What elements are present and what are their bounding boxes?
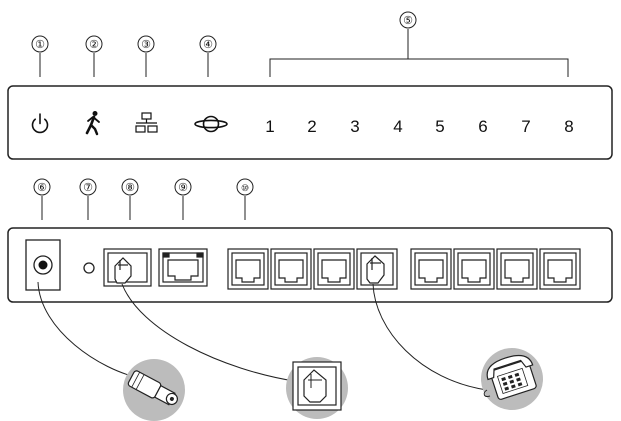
rear-panel xyxy=(7,227,613,303)
telephone-cable xyxy=(372,283,488,391)
rj45-ethernet-port xyxy=(158,248,208,287)
rj11-extension-ports xyxy=(227,248,581,290)
extension-port-7 xyxy=(496,248,538,290)
rear-callout-6-label: ⑥ xyxy=(37,182,47,194)
front-callout-5: ⑤ xyxy=(269,11,569,77)
power-plug-icon xyxy=(123,359,185,421)
extension-port-2 xyxy=(270,248,312,290)
diagram-svg: ① ② ③ ④ ⑤ 1 2 3 4 5 6 7 8 ⑥ ⑦ ⑧ ⑨ ⑩ xyxy=(7,11,613,421)
front-callout-4: ④ xyxy=(199,35,217,77)
port-number-6: 6 xyxy=(478,117,487,136)
rear-callout-6: ⑥ xyxy=(33,178,51,220)
telephone-icon xyxy=(481,348,543,410)
port-number-5: 5 xyxy=(435,117,444,136)
port-number-1: 1 xyxy=(265,117,274,136)
front-callout-3: ③ xyxy=(137,35,155,77)
extension-port-8 xyxy=(539,248,581,290)
port-number-4: 4 xyxy=(393,117,402,136)
front-callout-4-label: ④ xyxy=(203,39,213,51)
power-cable xyxy=(37,281,141,379)
reset-hole xyxy=(83,262,95,274)
network-icon xyxy=(135,112,158,133)
ports-bracket xyxy=(269,58,569,77)
pbx-device-diagram: ① ② ③ ④ ⑤ 1 2 3 4 5 6 7 8 ⑥ ⑦ ⑧ ⑨ ⑩ xyxy=(0,0,621,421)
front-callout-3-label: ③ xyxy=(141,39,151,51)
extension-port-4-plugged xyxy=(356,248,398,290)
extension-port-5 xyxy=(410,248,452,290)
extension-port-1 xyxy=(227,248,269,290)
extension-port-3 xyxy=(313,248,355,290)
rear-callout-10: ⑩ xyxy=(236,178,254,220)
rear-callout-9-label: ⑨ xyxy=(178,182,188,194)
extension-port-6 xyxy=(453,248,495,290)
front-callout-5-label: ⑤ xyxy=(403,15,413,27)
front-callout-1: ① xyxy=(31,35,49,77)
rear-callout-9: ⑨ xyxy=(174,178,192,220)
dc-power-jack xyxy=(25,239,61,291)
port-number-3: 3 xyxy=(350,117,359,136)
front-callout-2: ② xyxy=(85,35,103,77)
rear-callout-10-label: ⑩ xyxy=(241,183,249,193)
rear-callout-7-label: ⑦ xyxy=(83,182,93,194)
phone-line-jack-icon xyxy=(286,357,348,419)
rear-callout-8: ⑧ xyxy=(121,178,139,220)
rear-callout-8-label: ⑧ xyxy=(125,182,135,194)
rj11-port-plugged xyxy=(103,248,152,287)
port-number-7: 7 xyxy=(521,117,530,136)
front-callout-1-label: ① xyxy=(35,39,45,51)
front-callout-2-label: ② xyxy=(89,39,99,51)
walking-person-icon xyxy=(85,111,100,136)
port-number-8: 8 xyxy=(564,117,573,136)
power-icon xyxy=(31,113,49,134)
port-number-2: 2 xyxy=(307,117,316,136)
internet-globe-icon xyxy=(194,115,228,133)
rear-callout-7: ⑦ xyxy=(79,178,97,220)
